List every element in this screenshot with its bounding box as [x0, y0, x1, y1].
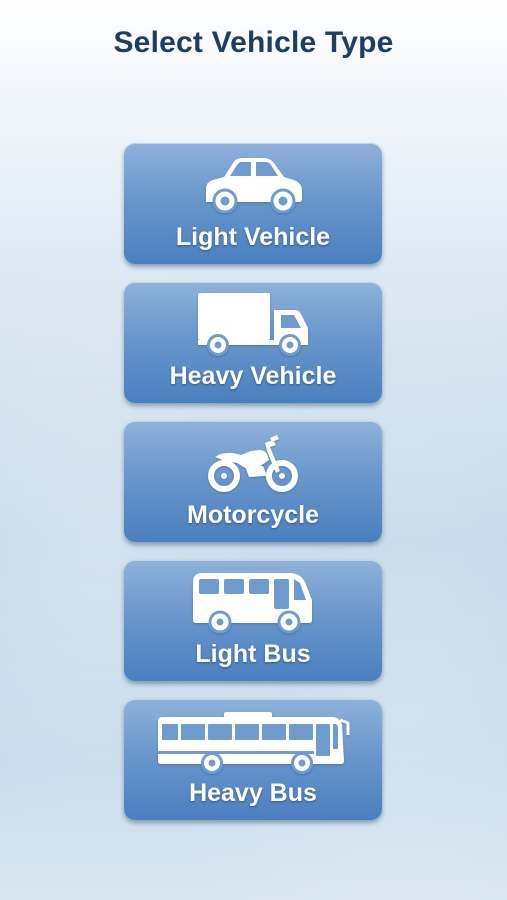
heavy-vehicle-label: Heavy Vehicle [169, 362, 337, 390]
truck-icon [124, 290, 382, 356]
light-vehicle-button[interactable]: Light Vehicle [124, 143, 382, 264]
motorcycle-button[interactable]: Motorcycle [124, 421, 382, 542]
heavy-vehicle-button[interactable]: Heavy Vehicle [124, 282, 382, 403]
light-bus-button[interactable]: Light Bus [124, 560, 382, 681]
motorcycle-icon [124, 431, 382, 493]
heavy-bus-button[interactable]: Heavy Bus [124, 699, 382, 820]
vehicle-type-list: Light Vehicle Heavy Vehicle Motorcycle L… [124, 143, 383, 838]
page-title: Select Vehicle Type [113, 26, 394, 59]
minibus-icon [124, 570, 382, 634]
car-icon [124, 153, 382, 213]
light-vehicle-label: Light Vehicle [175, 223, 331, 251]
light-bus-label: Light Bus [195, 640, 311, 668]
heavy-bus-label: Heavy Bus [189, 779, 317, 807]
coach-bus-icon [124, 709, 382, 775]
motorcycle-label: Motorcycle [187, 501, 319, 529]
